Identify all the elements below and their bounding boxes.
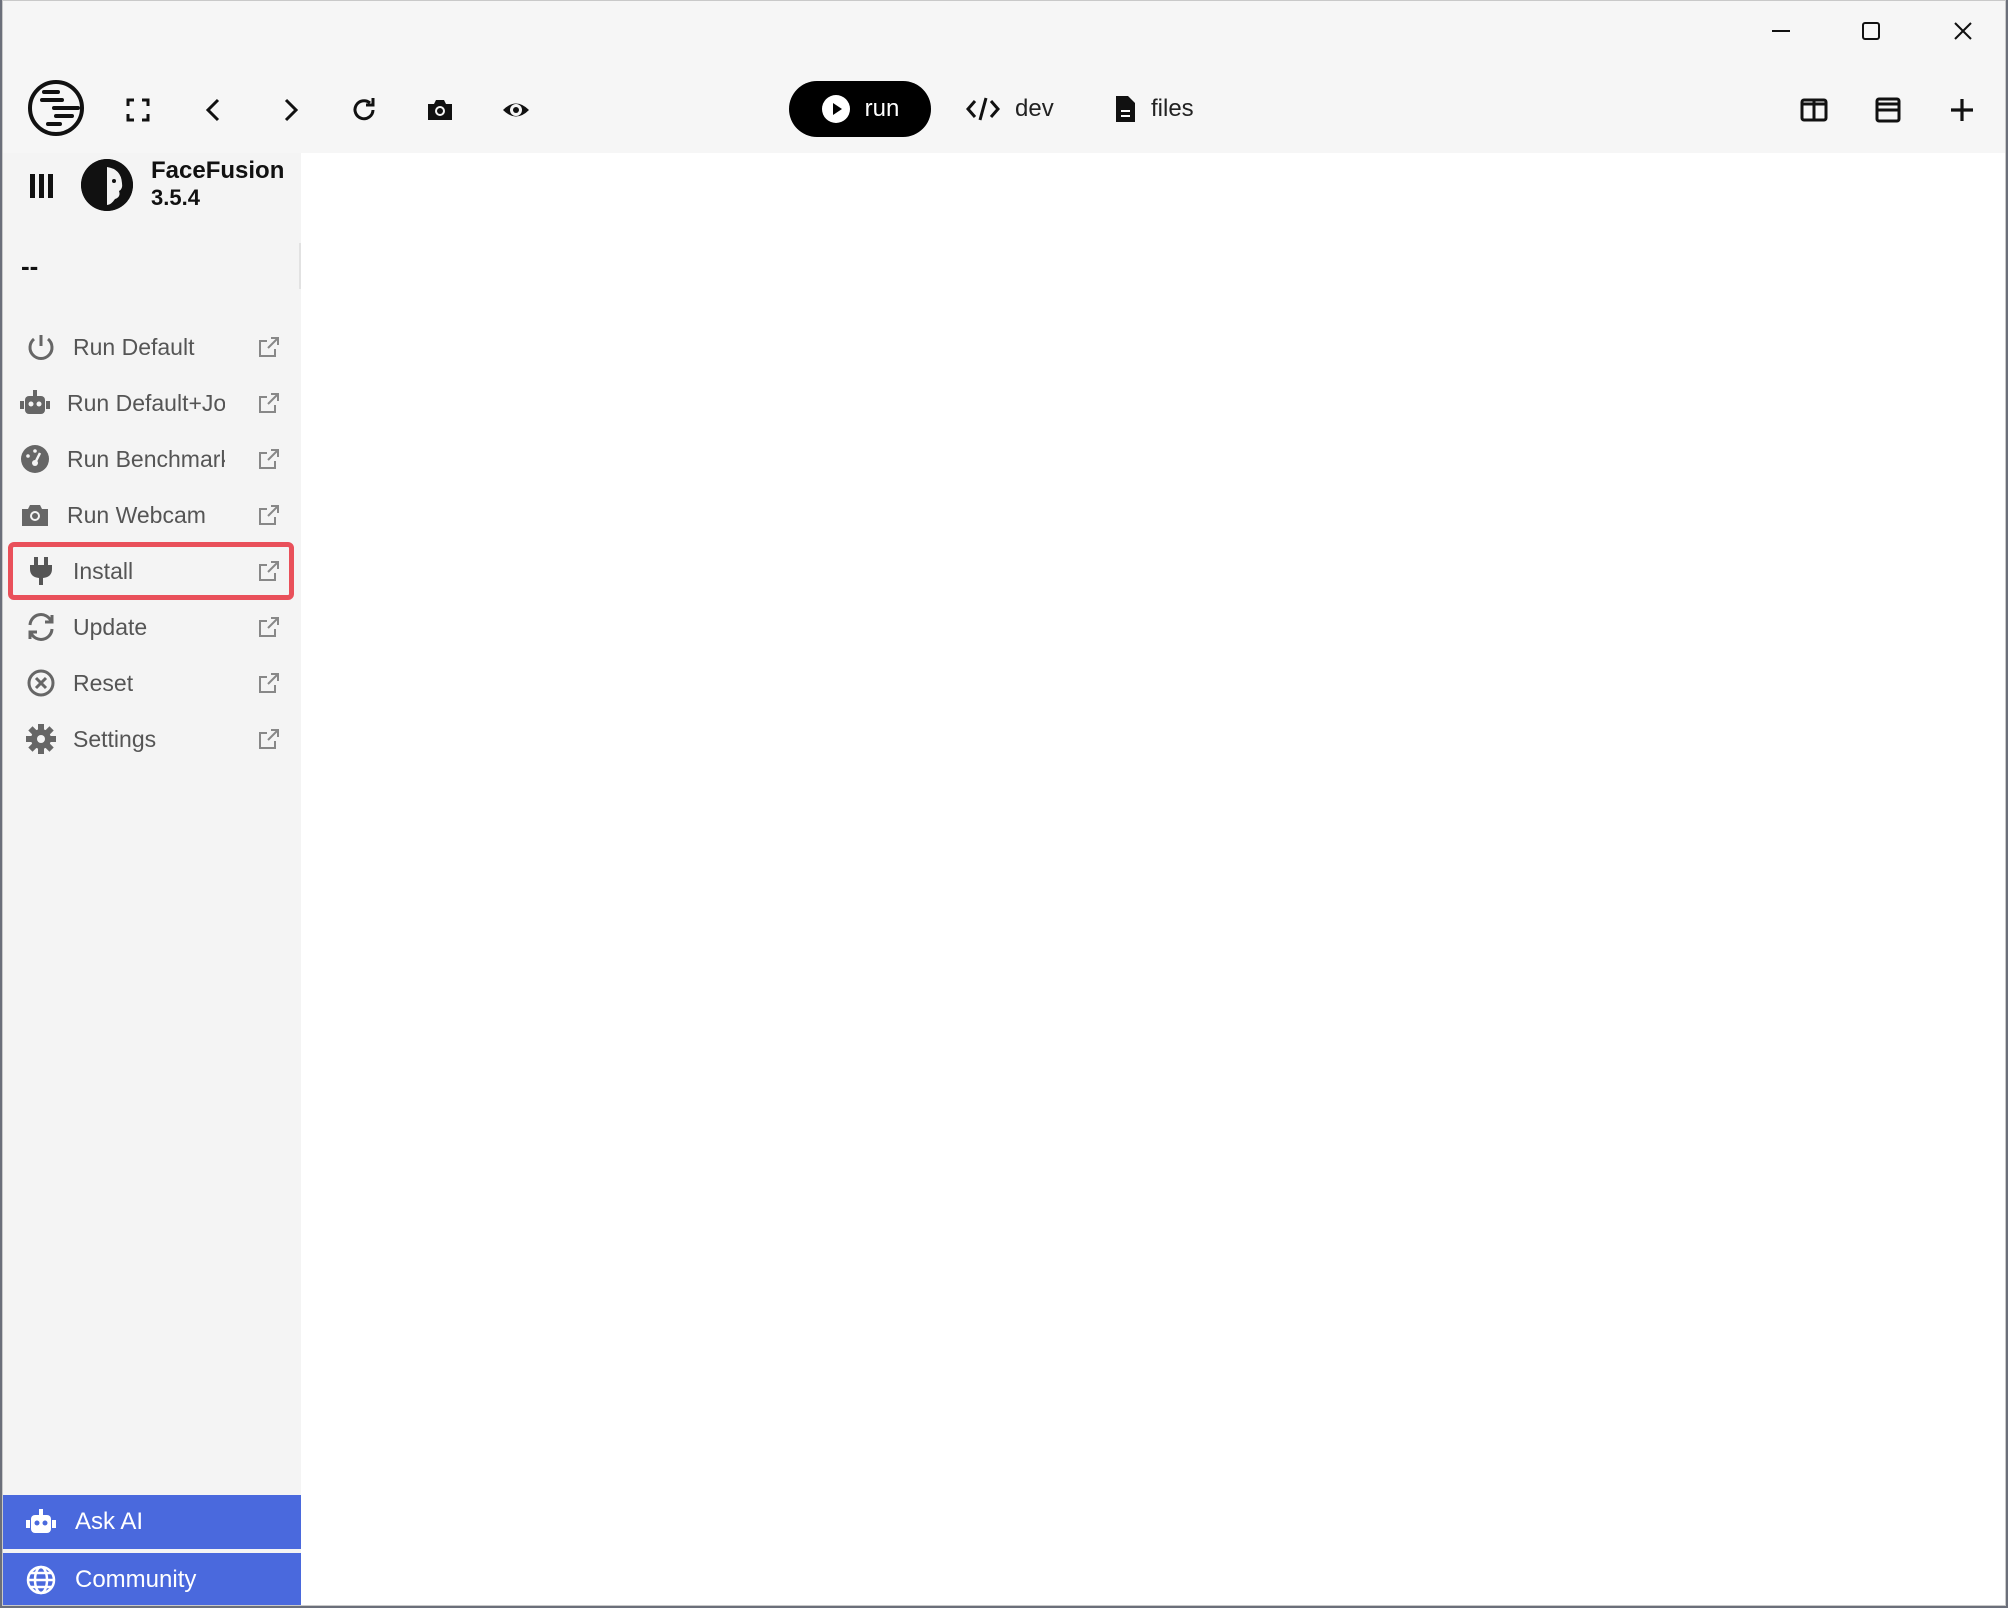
sidebar-item-settings[interactable]: Settings — [11, 713, 291, 765]
sidebar-item-label: Install — [73, 557, 134, 584]
app-avatar — [81, 159, 133, 211]
fullscreen-button[interactable] — [111, 83, 165, 137]
sidebar-item-run-default-jobs[interactable]: Run Default+Jobs — [11, 377, 291, 429]
tab-run[interactable]: run — [789, 81, 931, 137]
face-logo-icon — [81, 159, 133, 211]
app-name: FaceFusion — [151, 157, 285, 184]
sidebar-item-reset[interactable]: Reset — [11, 657, 291, 709]
external-link-icon — [259, 337, 279, 357]
split-vertical-icon — [1800, 98, 1828, 122]
close-button[interactable] — [1933, 11, 1993, 51]
tab-run-label: run — [864, 95, 900, 122]
forward-button[interactable] — [263, 83, 317, 137]
forward-icon — [284, 98, 299, 122]
sidebar-item-update[interactable]: Update — [11, 601, 291, 653]
plug-icon — [30, 557, 52, 585]
community-label: Community — [75, 1566, 197, 1593]
app-window: run dev files FaceFusion 3.5.4 -- Run De… — [2, 0, 2006, 1606]
sidebar-item-label: Run Benchmark — [67, 445, 225, 472]
sidebar-item-run-benchmark[interactable]: Run Benchmark — [11, 433, 291, 485]
maximize-button[interactable] — [1841, 11, 1901, 51]
robot-icon — [26, 1509, 56, 1533]
sidebar-item-label: Reset — [73, 669, 134, 696]
external-link-icon — [259, 617, 279, 637]
reload-icon — [353, 98, 375, 121]
external-link-icon — [259, 393, 279, 413]
sidebar-item-label: Settings — [73, 725, 157, 752]
status-text: -- — [21, 251, 39, 281]
app-logo-button[interactable] — [25, 77, 87, 139]
external-link-icon — [259, 561, 279, 581]
sidebar-item-label: Run Webcam — [67, 501, 206, 528]
play-icon — [821, 95, 850, 123]
community-button[interactable]: Community — [3, 1553, 301, 1605]
minimize-button[interactable] — [1751, 11, 1811, 51]
sidebar-item-run-default[interactable]: Run Default — [11, 321, 291, 373]
eye-icon — [503, 103, 529, 117]
gear-icon — [26, 724, 56, 754]
back-icon — [205, 98, 220, 122]
external-link-icon — [259, 505, 279, 525]
ask-ai-button[interactable]: Ask AI — [3, 1495, 301, 1549]
maximize-icon — [1862, 22, 1880, 40]
split-horizontal-icon — [1875, 97, 1901, 123]
sidebar-item-label: Run Default+Jobs — [67, 389, 225, 416]
sidebar: FaceFusion 3.5.4 -- Run Default Run Defa… — [3, 153, 301, 1605]
tab-dev-label: dev — [1015, 95, 1054, 122]
x-circle-icon — [27, 669, 55, 697]
split-vertical-button[interactable] — [1787, 83, 1841, 137]
sidebar-item-run-webcam[interactable]: Run Webcam — [11, 489, 291, 541]
robot-icon — [20, 390, 50, 414]
gauge-icon — [21, 445, 49, 473]
plus-icon — [1951, 99, 1973, 121]
file-icon — [1116, 96, 1135, 122]
external-link-icon — [259, 729, 279, 749]
app-version: 3.5.4 — [151, 185, 200, 210]
sidebar-item-install[interactable]: Install — [8, 542, 294, 600]
reload-button[interactable] — [337, 83, 391, 137]
close-icon — [1954, 22, 1972, 40]
refresh-icon — [28, 613, 54, 641]
app-logo-icon — [28, 80, 84, 136]
code-icon — [966, 97, 1000, 121]
sidebar-item-label: Update — [73, 613, 148, 640]
external-link-icon — [259, 673, 279, 693]
minimize-icon — [1772, 30, 1790, 32]
new-tab-button[interactable] — [1935, 83, 1989, 137]
power-icon — [28, 335, 54, 360]
external-link-icon — [259, 449, 279, 469]
tab-files[interactable]: files — [1113, 81, 1194, 137]
tab-files-label: files — [1151, 95, 1194, 122]
globe-icon — [26, 1565, 56, 1595]
fullscreen-icon — [126, 98, 150, 122]
preview-button[interactable] — [489, 83, 543, 137]
back-button[interactable] — [187, 83, 241, 137]
main-content — [301, 153, 2005, 1605]
split-horizontal-button[interactable] — [1861, 83, 1915, 137]
sidebar-item-label: Run Default — [73, 333, 195, 360]
tab-dev[interactable]: dev — [965, 81, 1054, 137]
ask-ai-label: Ask AI — [75, 1508, 144, 1535]
sidebar-toggle-icon[interactable] — [27, 171, 57, 201]
screenshot-icon — [428, 100, 452, 120]
screenshot-button[interactable] — [413, 83, 467, 137]
camera-icon — [22, 505, 48, 526]
